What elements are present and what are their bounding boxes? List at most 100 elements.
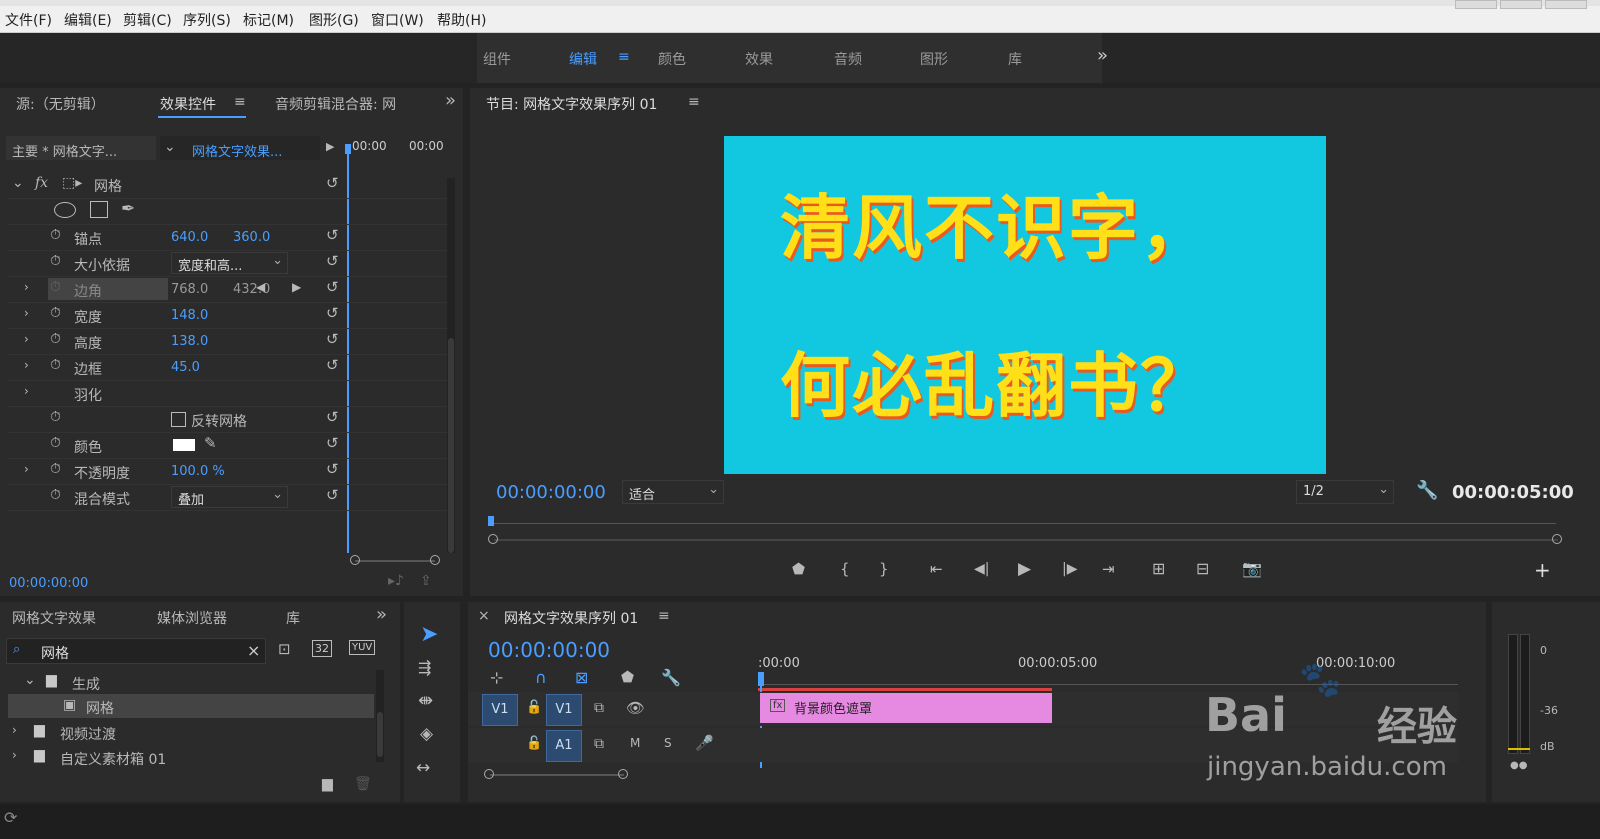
zoom-handle-right[interactable] bbox=[1552, 534, 1562, 544]
track-v1[interactable]: fx 背景颜色遮罩 bbox=[758, 692, 1458, 726]
property-value[interactable]: 148.0 bbox=[171, 308, 208, 323]
selection-tool-icon[interactable]: ➤ bbox=[420, 622, 438, 647]
play-icon[interactable]: ▶ bbox=[1018, 559, 1031, 579]
solo-meter-icon[interactable]: ●● bbox=[1510, 760, 1527, 771]
workspace-tab-graphics[interactable]: 图形 bbox=[920, 49, 948, 69]
zoom-level-dropdown[interactable]: 适合 ⌄ bbox=[622, 480, 724, 504]
program-playhead[interactable] bbox=[488, 516, 494, 526]
chevron-right-icon[interactable]: › bbox=[24, 280, 29, 294]
tree-item-selected[interactable]: ▣ 网格 bbox=[8, 694, 374, 718]
color-swatch[interactable] bbox=[173, 439, 195, 451]
track-select-tool-icon[interactable]: ⇶ bbox=[418, 658, 431, 677]
zoom-handle-right[interactable] bbox=[618, 769, 628, 779]
creative-cloud-icon[interactable]: ⟳ bbox=[4, 808, 17, 827]
eyedropper-icon[interactable]: ✎ bbox=[204, 434, 217, 452]
chevron-right-icon[interactable]: › bbox=[24, 332, 29, 346]
chevron-right-icon[interactable]: › bbox=[24, 306, 29, 320]
effect-controls-menu-icon[interactable]: ≡ bbox=[234, 94, 246, 110]
mark-in-icon[interactable]: { bbox=[840, 560, 850, 578]
add-marker-icon[interactable]: ⬟ bbox=[621, 668, 634, 686]
window-minimize-button[interactable] bbox=[1455, 0, 1497, 9]
chevron-right-icon[interactable]: › bbox=[24, 358, 29, 372]
pen-mask-icon[interactable]: ✒ bbox=[121, 199, 135, 219]
clear-search-icon[interactable]: × bbox=[247, 641, 260, 660]
timeline-title[interactable]: 网格文字效果序列 01 bbox=[504, 608, 638, 628]
tab-effect-controls[interactable]: 效果控件 bbox=[160, 94, 216, 114]
go-to-in-icon[interactable]: ⇤ bbox=[930, 560, 943, 578]
tree-item[interactable]: › ▆ 视频过渡 bbox=[8, 720, 376, 744]
play-triangle-icon[interactable]: ▶ bbox=[326, 140, 334, 153]
workspace-tab-effects[interactable]: 效果 bbox=[745, 49, 773, 69]
chevron-right-icon[interactable]: › bbox=[24, 384, 29, 398]
timeline-clip[interactable]: fx 背景颜色遮罩 bbox=[760, 693, 1052, 723]
eye-icon[interactable]: 👁 bbox=[626, 699, 645, 717]
reset-icon[interactable]: ↺ bbox=[326, 174, 339, 192]
snap-icon[interactable]: ∩ bbox=[535, 668, 547, 687]
resolution-dropdown[interactable]: 1/2 ⌄ bbox=[1296, 480, 1394, 504]
video-preview[interactable]: 清风不识字， 何必乱翻书？ bbox=[724, 136, 1326, 474]
mute-button[interactable]: M bbox=[630, 736, 640, 750]
timeline-playhead-head[interactable] bbox=[758, 672, 764, 686]
zoom-handle-left[interactable] bbox=[350, 555, 360, 565]
track-target-v1[interactable]: V1 bbox=[546, 694, 582, 726]
stopwatch-icon[interactable]: ⏱ bbox=[50, 435, 61, 451]
menu-marker[interactable]: 标记(M) bbox=[243, 10, 294, 30]
chevron-right-icon[interactable]: › bbox=[24, 462, 29, 476]
tab-audio-clip-mixer[interactable]: 音频剪辑混合器: 网 bbox=[275, 94, 419, 114]
zoom-scrollbar[interactable] bbox=[355, 560, 435, 562]
reset-icon[interactable]: ↺ bbox=[326, 408, 339, 426]
tab-media-browser[interactable]: 媒体浏览器 bbox=[157, 608, 227, 628]
property-value-x[interactable]: 768.0 bbox=[171, 282, 208, 297]
ellipse-mask-icon[interactable] bbox=[54, 202, 76, 218]
program-ruler[interactable] bbox=[488, 523, 1556, 524]
linked-selection-icon[interactable]: ⊠ bbox=[575, 668, 588, 687]
program-menu-icon[interactable]: ≡ bbox=[688, 94, 700, 110]
close-tab-icon[interactable]: × bbox=[478, 608, 490, 624]
reset-icon[interactable]: ↺ bbox=[326, 304, 339, 322]
workspace-tab-audio[interactable]: 音频 bbox=[834, 49, 862, 69]
reset-icon[interactable]: ↺ bbox=[326, 356, 339, 374]
zoom-handle-left[interactable] bbox=[484, 769, 494, 779]
chevron-down-icon[interactable]: ⌄ bbox=[24, 672, 36, 688]
workspace-overflow-icon[interactable]: » bbox=[1097, 45, 1108, 66]
slip-tool-icon[interactable]: ↔ bbox=[416, 758, 430, 778]
lock-icon[interactable]: 🔓 bbox=[526, 736, 542, 751]
32bit-effects-icon[interactable]: 32 bbox=[312, 640, 332, 657]
property-value[interactable]: 100.0 % bbox=[171, 464, 225, 479]
menu-sequence[interactable]: 序列(S) bbox=[183, 10, 231, 30]
reset-icon[interactable]: ↺ bbox=[326, 486, 339, 504]
chevron-down-icon[interactable]: ⌄ bbox=[12, 175, 24, 191]
size-based-dropdown[interactable]: 宽度和高... ⌄ bbox=[171, 252, 288, 274]
workspace-tab-assembly[interactable]: 组件 bbox=[483, 49, 511, 69]
ripple-edit-tool-icon[interactable]: ⇼ bbox=[418, 690, 433, 711]
wrench-icon[interactable]: 🔧 bbox=[661, 668, 681, 687]
filter-icon[interactable]: ▸♪ bbox=[388, 573, 404, 589]
zoom-handle-right[interactable] bbox=[430, 555, 440, 565]
menu-window[interactable]: 窗口(W) bbox=[371, 10, 424, 30]
reset-icon[interactable]: ↺ bbox=[326, 460, 339, 478]
invert-grid-checkbox[interactable] bbox=[171, 412, 186, 427]
window-close-button[interactable] bbox=[1545, 0, 1587, 9]
chevron-right-icon[interactable]: › bbox=[12, 723, 17, 737]
menu-help[interactable]: 帮助(H) bbox=[437, 10, 486, 30]
add-button[interactable]: + bbox=[1534, 558, 1551, 582]
program-zoom-bar[interactable] bbox=[494, 539, 1558, 541]
track-target-a1[interactable]: A1 bbox=[546, 730, 582, 762]
wrench-icon[interactable]: 🔧 bbox=[1416, 480, 1438, 501]
track-a1[interactable] bbox=[758, 728, 1458, 762]
razor-tool-icon[interactable]: ◈ bbox=[420, 724, 433, 744]
stopwatch-icon[interactable]: ⏱ bbox=[50, 357, 61, 373]
timeline-zoom-bar[interactable] bbox=[490, 774, 624, 776]
reset-icon[interactable]: ↺ bbox=[326, 278, 339, 296]
reset-icon[interactable]: ↺ bbox=[326, 226, 339, 244]
program-current-timecode[interactable]: 00:00:00:00 bbox=[496, 482, 606, 503]
timeline-ruler[interactable] bbox=[758, 676, 1458, 685]
tab-source[interactable]: 源:（无剪辑） bbox=[16, 94, 105, 114]
sync-lock-icon[interactable]: ⧉ bbox=[594, 736, 604, 752]
menu-graphics[interactable]: 图形(G) bbox=[309, 10, 359, 30]
export-icon[interactable]: ⇪ bbox=[420, 573, 432, 589]
reset-icon[interactable]: ↺ bbox=[326, 330, 339, 348]
stopwatch-icon[interactable]: ⏱ bbox=[50, 409, 61, 425]
tab-project[interactable]: 网格文字效果 bbox=[12, 608, 96, 628]
stopwatch-icon[interactable]: ⏱ bbox=[50, 331, 61, 347]
